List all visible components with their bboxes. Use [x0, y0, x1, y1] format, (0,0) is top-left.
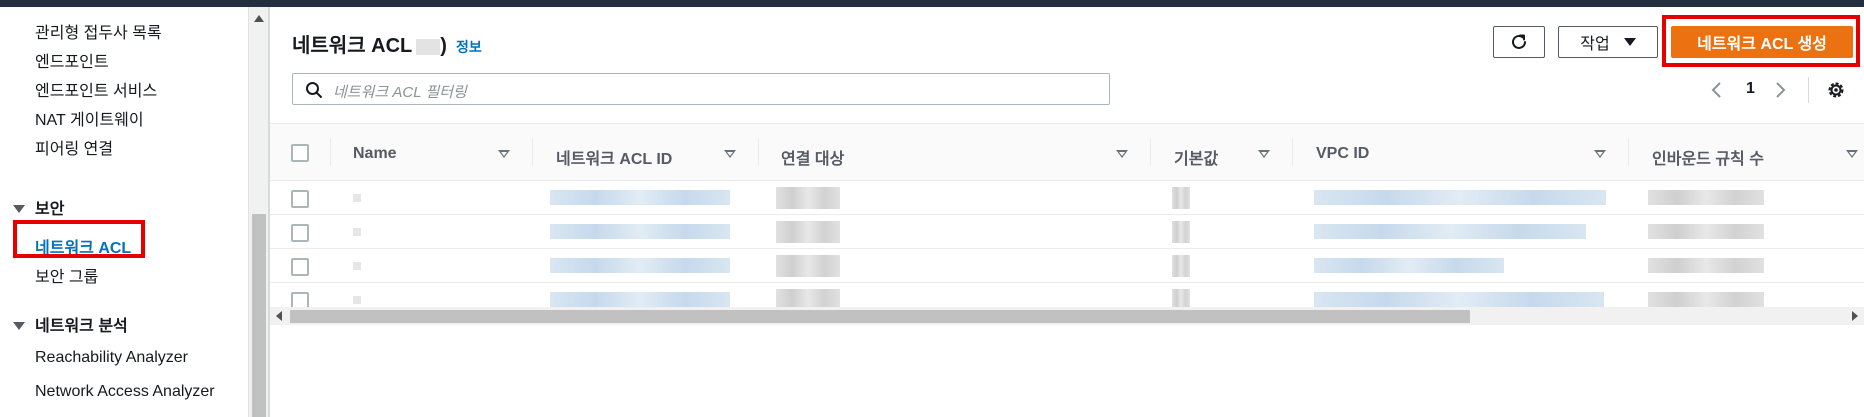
row-checkbox[interactable]: [291, 224, 309, 242]
row-checkbox[interactable]: [291, 258, 309, 276]
refresh-icon: [1512, 34, 1526, 49]
sort-icon[interactable]: [498, 150, 510, 158]
refresh-button[interactable]: [1493, 26, 1545, 58]
sidebar-section-network-analysis[interactable]: 네트워크 분석: [13, 312, 128, 336]
redacted-cell[interactable]: [1314, 292, 1604, 307]
sidebar-item-nat-gateways[interactable]: NAT 게이트웨이: [35, 106, 144, 130]
main-panel: 네트워크 ACL) 정보 작업 네트워크 ACL 생성 네트워크 ACL 필터링…: [270, 7, 1864, 417]
top-navigation-bar: [0, 0, 1864, 7]
redacted-cell[interactable]: [550, 190, 730, 205]
sidebar-item-peering-connections[interactable]: 피어링 연결: [35, 135, 113, 159]
actions-button-label: 작업: [1580, 36, 1610, 53]
table-row[interactable]: [270, 181, 1864, 215]
sidebar-item-endpoint-services[interactable]: 엔드포인트 서비스: [35, 77, 157, 101]
redacted-cell[interactable]: [1314, 190, 1606, 205]
redacted-cell: [353, 262, 361, 270]
sidebar-section-security[interactable]: 보안: [13, 195, 64, 219]
sort-icon[interactable]: [724, 150, 736, 158]
gear-icon[interactable]: [1825, 79, 1847, 101]
horizontal-scrollbar-thumb[interactable]: [290, 310, 1470, 323]
redacted-cell: [1172, 221, 1190, 243]
column-separator: [1628, 138, 1629, 166]
column-separator: [1150, 138, 1151, 166]
sort-icon[interactable]: [1258, 150, 1270, 158]
redacted-cell: [1648, 190, 1764, 205]
sidebar-item-endpoints[interactable]: 엔드포인트: [35, 48, 109, 72]
redacted-cell[interactable]: [550, 224, 730, 239]
column-header-vpc-id[interactable]: VPC ID: [1316, 145, 1369, 163]
sidebar-item-reachability-analyzer[interactable]: Reachability Analyzer: [35, 349, 188, 367]
column-separator: [330, 138, 331, 166]
redacted-cell[interactable]: [550, 292, 730, 307]
caret-down-icon: [13, 321, 25, 330]
actions-button[interactable]: 작업: [1558, 26, 1658, 58]
table-row[interactable]: [270, 215, 1864, 249]
redacted-cell: [353, 296, 361, 304]
sidebar-scrollbar[interactable]: [248, 7, 269, 417]
page-title-suffix: ): [440, 35, 447, 57]
sort-icon[interactable]: [1594, 150, 1606, 158]
chevron-right-icon[interactable]: [1773, 80, 1787, 100]
redacted-cell[interactable]: [776, 187, 840, 209]
count-redacted: [416, 38, 441, 55]
highlight-box-network-acl: [13, 220, 145, 258]
current-page-number[interactable]: 1: [1746, 80, 1755, 98]
search-input[interactable]: 네트워크 ACL 필터링: [292, 73, 1110, 105]
page-title-text: 네트워크 ACL: [292, 35, 413, 57]
column-header-network-acl-id[interactable]: 네트워크 ACL ID: [556, 145, 672, 169]
redacted-cell[interactable]: [1314, 258, 1504, 273]
redacted-cell[interactable]: [550, 258, 730, 273]
redacted-cell: [353, 194, 361, 202]
sidebar: 관리형 접두사 목록 엔드포인트 엔드포인트 서비스 NAT 게이트웨이 피어링…: [0, 7, 248, 417]
sidebar-item-network-access-analyzer[interactable]: Network Access Analyzer: [35, 383, 215, 401]
sidebar-section-network-analysis-label: 네트워크 분석: [35, 318, 128, 335]
sidebar-item-security-groups[interactable]: 보안 그룹: [35, 263, 98, 287]
redacted-cell[interactable]: [776, 255, 840, 277]
redacted-cell: [353, 228, 361, 236]
table-header: Name 네트워크 ACL ID 연결 대상 기본값 VPC ID 인바운드 규…: [270, 123, 1864, 181]
sidebar-item-managed-prefix-lists[interactable]: 관리형 접두사 목록: [35, 19, 162, 43]
sidebar-section-security-label: 보안: [35, 201, 65, 218]
redacted-cell: [1648, 292, 1764, 307]
redacted-cell: [1172, 187, 1190, 209]
scroll-right-icon[interactable]: [1852, 311, 1858, 321]
redacted-cell: [1648, 224, 1764, 239]
sidebar-scrollbar-thumb[interactable]: [252, 214, 266, 417]
search-icon: [306, 82, 322, 98]
search-placeholder: 네트워크 ACL 필터링: [333, 84, 467, 101]
redacted-cell[interactable]: [1314, 224, 1586, 239]
page-title: 네트워크 ACL): [292, 29, 447, 58]
table-row[interactable]: [270, 249, 1864, 283]
info-link[interactable]: 정보: [456, 37, 482, 57]
highlight-box-create-button: [1662, 15, 1860, 67]
chevron-left-icon[interactable]: [1710, 80, 1724, 100]
column-separator: [1292, 138, 1293, 166]
scroll-left-icon[interactable]: [276, 311, 282, 321]
column-header-name[interactable]: Name: [353, 145, 397, 163]
column-header-inbound-rules-count[interactable]: 인바운드 규칙 수: [1652, 145, 1764, 169]
caret-down-icon: [1623, 38, 1636, 46]
caret-down-icon: [13, 204, 25, 213]
redacted-cell: [1172, 255, 1190, 277]
table-horizontal-scrollbar[interactable]: [270, 307, 1864, 325]
select-all-checkbox[interactable]: [291, 144, 309, 162]
column-separator: [532, 138, 533, 166]
redacted-cell[interactable]: [776, 221, 840, 243]
column-header-default[interactable]: 기본값: [1174, 145, 1218, 169]
scroll-up-icon[interactable]: [254, 15, 264, 22]
row-checkbox[interactable]: [291, 190, 309, 208]
sort-icon[interactable]: [1116, 150, 1128, 158]
sort-icon[interactable]: [1846, 150, 1858, 158]
redacted-cell: [1648, 258, 1764, 273]
pager-separator: [1808, 77, 1809, 103]
column-header-associated-with[interactable]: 연결 대상: [781, 145, 844, 169]
column-separator: [758, 138, 759, 166]
